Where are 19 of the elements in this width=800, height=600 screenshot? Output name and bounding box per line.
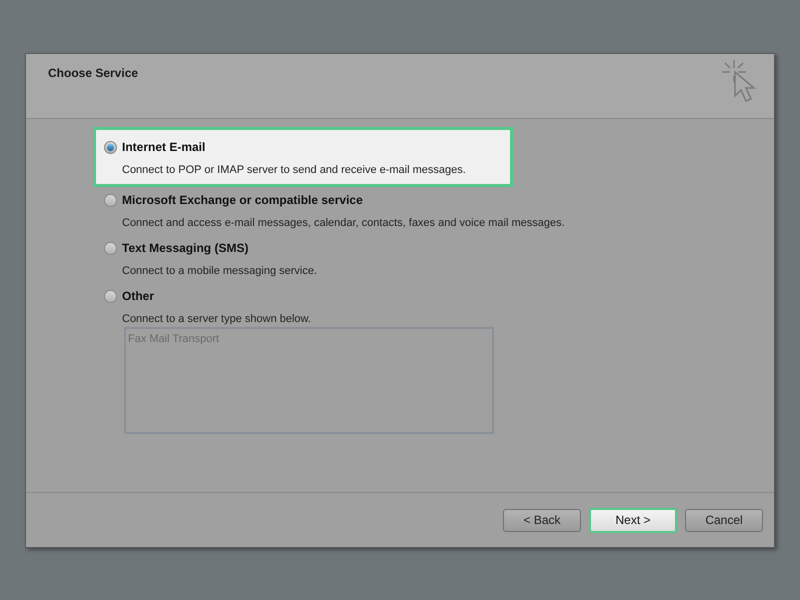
dialog-button[interactable]: Cancel (685, 508, 763, 532)
option-label: Microsoft Exchange or compatible service (122, 192, 363, 209)
option-label: Internet E-mail (122, 139, 206, 156)
window-title: Choose Service (48, 65, 138, 82)
option-row[interactable]: Text Messaging (SMS) Connect to a mobile messaging service. (93, 235, 693, 283)
radio-button[interactable] (104, 290, 117, 302)
option-description: Connect to POP or IMAP server to send and receive e-mail messages. (122, 163, 467, 178)
option-description: Connect and access e-mail messages, calendar, contacts, faxes and voice mail messages. (122, 216, 566, 231)
option-row[interactable]: Microsoft Exchange or compatible service Connect and access e-mail messages, calendar, contacts, faxes and voice mail messages. (93, 187, 693, 235)
dialog-button[interactable]: < Back (503, 508, 581, 532)
radio-button[interactable] (104, 242, 117, 254)
option-description: Connect to a mobile messaging service. (122, 264, 318, 279)
option-row[interactable]: Internet E-mail Connect to POP or IMAP server to send and receive e-mail messages. (93, 127, 513, 187)
radio-button[interactable] (104, 194, 117, 206)
option-label: Text Messaging (SMS) (122, 240, 248, 257)
option-description: Connect to a server type shown below. (122, 312, 312, 327)
dialog-button[interactable]: Next > (589, 508, 677, 532)
radio-button[interactable] (104, 140, 117, 154)
option-label: Other (122, 288, 154, 305)
